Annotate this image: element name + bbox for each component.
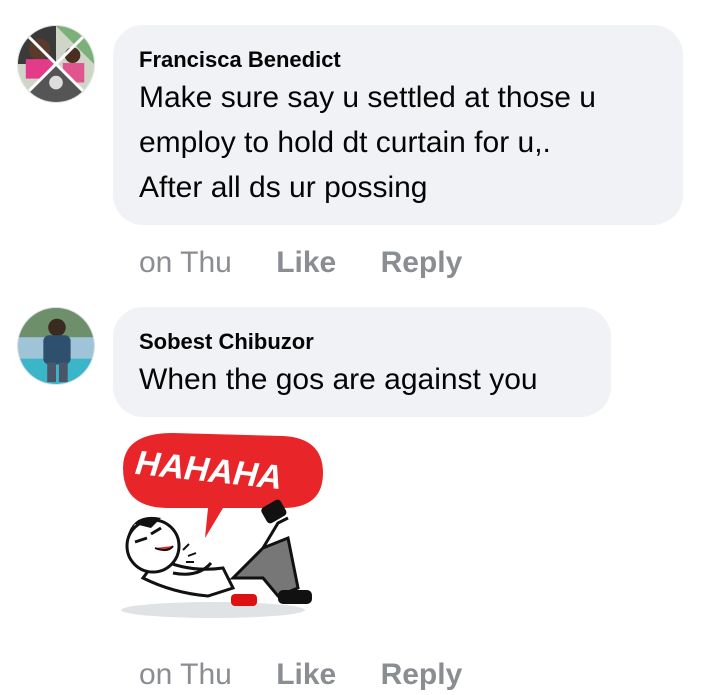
laughing-character-icon: HAHAHA [121, 433, 323, 618]
avatar-sobest[interactable] [17, 307, 95, 385]
comment-timestamp[interactable]: on Thu [139, 243, 232, 283]
comment-actions: on Thu Like Reply [139, 243, 462, 283]
comment-author[interactable]: Sobest Chibuzor [139, 327, 587, 357]
like-button[interactable]: Like [276, 243, 336, 283]
laughing-sticker[interactable]: HAHAHA [113, 428, 333, 628]
like-button[interactable]: Like [276, 655, 336, 695]
comment-bubble: Francisca Benedict Make sure say u settl… [113, 25, 683, 225]
comment-bubble: Sobest Chibuzor When the gos are against… [113, 307, 611, 417]
profile-photo-icon [18, 26, 94, 102]
profile-photo-icon [18, 308, 94, 384]
comment-text-line: Make sure say u settled at those u [139, 81, 596, 114]
comment-timestamp[interactable]: on Thu [139, 655, 232, 695]
comment-text-line: When the gos are against you [139, 363, 538, 396]
comment-actions: on Thu Like Reply [139, 655, 462, 695]
reply-button[interactable]: Reply [381, 243, 463, 283]
comment-text-line: After all ds ur possing [139, 171, 428, 204]
avatar-francisca[interactable] [17, 25, 95, 103]
reply-button[interactable]: Reply [381, 655, 463, 695]
comment-text-line: employ to hold dt curtain for u,. [139, 126, 551, 159]
comment-author[interactable]: Francisca Benedict [139, 45, 659, 75]
